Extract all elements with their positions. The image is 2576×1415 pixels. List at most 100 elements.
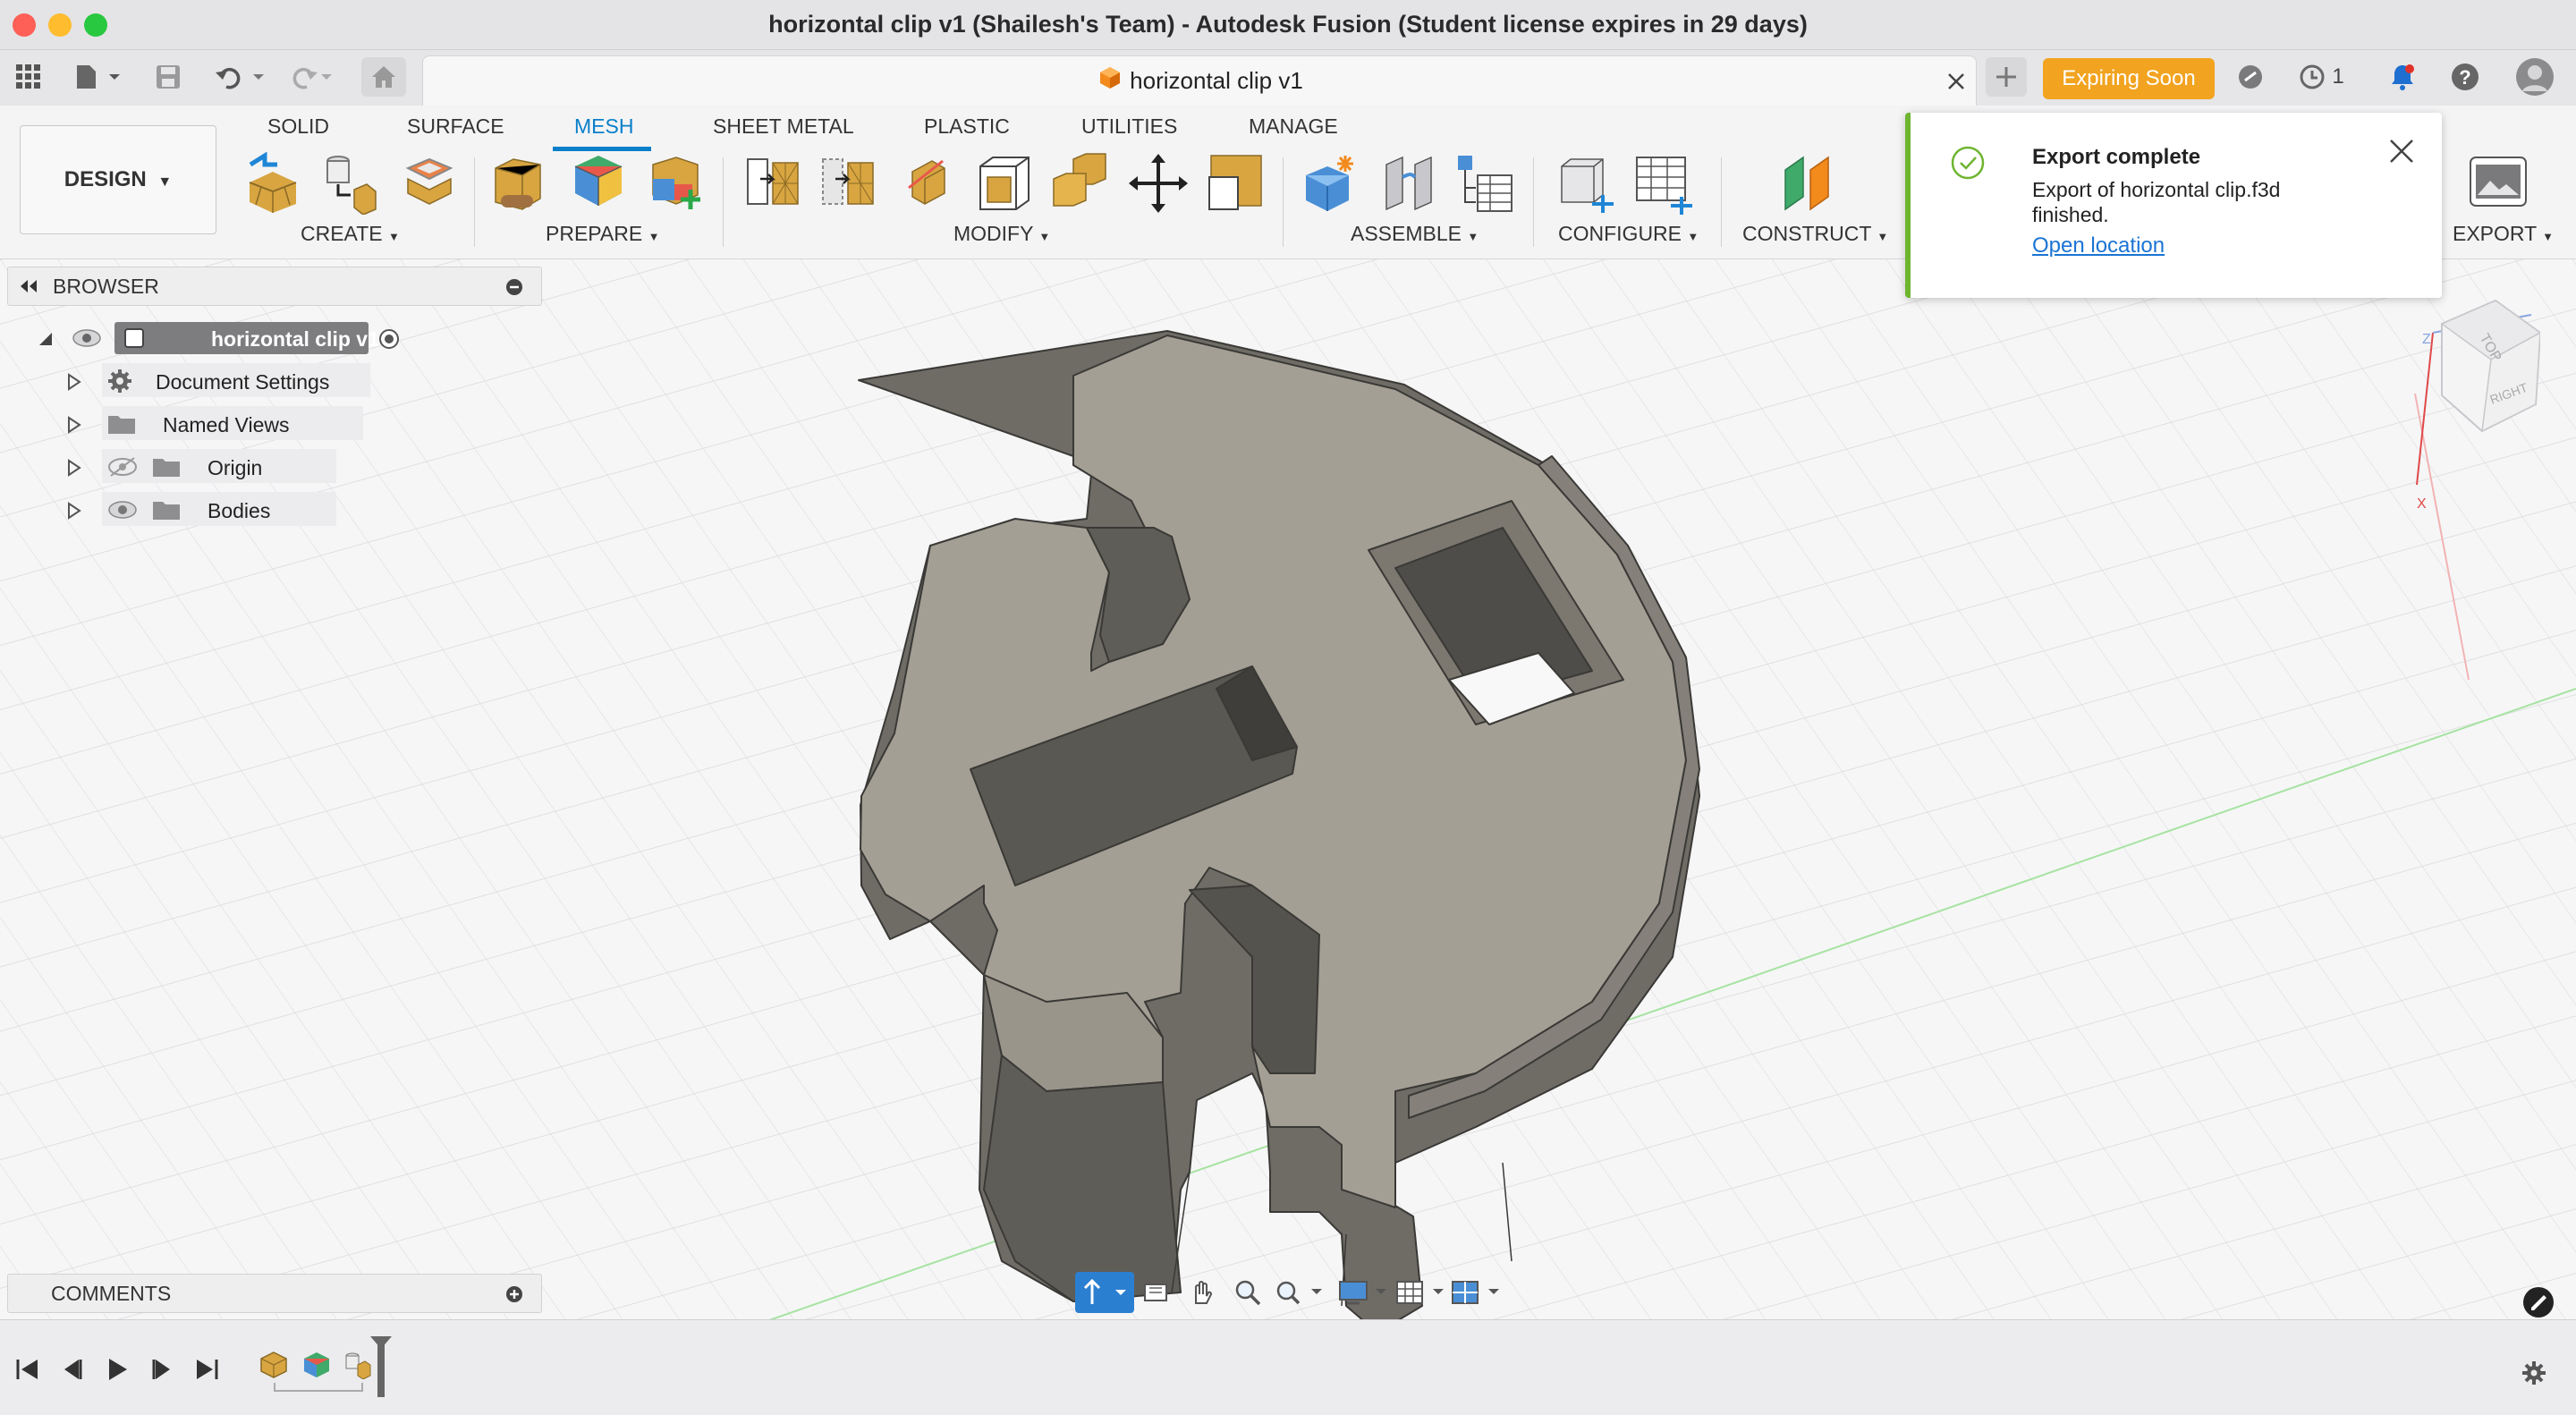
group-construct[interactable]: CONSTRUCT ▼ — [1742, 222, 1888, 246]
group-prepare[interactable]: PREPARE ▼ — [546, 222, 659, 246]
group-export[interactable]: EXPORT ▼ — [2453, 222, 2554, 246]
expand-triangle-icon[interactable] — [66, 415, 82, 439]
browser-minimize-icon[interactable] — [505, 278, 523, 296]
canvas-viewport[interactable]: TOP RIGHT Z X — [0, 259, 2576, 1319]
export-icon[interactable] — [2469, 152, 2528, 215]
user-avatar[interactable] — [2513, 57, 2556, 97]
workspace-switcher[interactable]: DESIGN ▼ — [20, 125, 216, 234]
hidden-eye-icon[interactable] — [107, 456, 138, 482]
tab-sheet-metal[interactable]: SHEET METAL — [713, 114, 854, 145]
viewports-icon[interactable] — [1449, 1272, 1506, 1313]
close-tab-icon[interactable] — [1944, 69, 1969, 94]
tessellate-icon[interactable] — [318, 152, 377, 216]
expand-triangle-icon[interactable] — [66, 501, 82, 525]
feedback-icon[interactable] — [2522, 1286, 2555, 1318]
tab-mesh[interactable]: MESH — [574, 114, 633, 145]
step-forward-icon[interactable] — [148, 1356, 175, 1387]
document-tab[interactable]: horizontal clip v1 — [422, 55, 1977, 106]
chevron-down-icon: ▼ — [1467, 230, 1479, 243]
browser-item-origin[interactable]: Origin — [66, 449, 370, 485]
plane-cut-icon[interactable] — [900, 152, 959, 215]
play-icon[interactable] — [104, 1356, 131, 1387]
browser-item-document-settings[interactable]: Document Settings — [66, 363, 370, 399]
grid-settings-icon[interactable] — [1394, 1272, 1451, 1313]
offset-plane-icon[interactable] — [1780, 152, 1839, 215]
insert-mesh-icon[interactable] — [243, 151, 302, 215]
apps-grid-icon[interactable] — [11, 57, 47, 97]
group-create[interactable]: CREATE ▼ — [301, 222, 400, 246]
shell-icon[interactable] — [975, 152, 1034, 215]
save-icon[interactable] — [150, 57, 186, 97]
chevron-down-icon: ▼ — [157, 174, 173, 190]
job-status-button[interactable]: 1 — [2290, 57, 2352, 97]
home-icon[interactable] — [361, 57, 406, 97]
browser-item-label: Document Settings — [156, 370, 330, 394]
activate-radio-icon[interactable] — [377, 327, 401, 351]
group-divider — [1721, 157, 1722, 247]
expand-triangle-icon[interactable] — [66, 372, 82, 396]
scale-icon[interactable] — [1204, 152, 1263, 215]
expiring-soon-button[interactable]: Expiring Soon — [2043, 58, 2215, 99]
timeline-feature-mesh-icon[interactable] — [259, 1351, 288, 1384]
help-icon[interactable]: ? — [2445, 57, 2485, 97]
new-component-icon[interactable] — [1301, 152, 1360, 215]
go-to-end-icon[interactable] — [193, 1356, 220, 1387]
convert-mesh-icon[interactable] — [646, 152, 705, 215]
browser-root-row[interactable]: horizontal clip v1 — [36, 320, 411, 356]
visibility-eye-icon[interactable] — [72, 327, 102, 349]
chevron-down-icon: ▼ — [648, 230, 660, 243]
file-menu-icon[interactable] — [72, 57, 125, 97]
go-to-start-icon[interactable] — [14, 1356, 41, 1387]
comments-panel[interactable]: COMMENTS — [7, 1274, 542, 1313]
browser-title: BROWSER — [53, 275, 159, 298]
browser-item-bodies[interactable]: Bodies — [66, 492, 370, 528]
group-configure[interactable]: CONFIGURE ▼ — [1558, 222, 1699, 246]
timeline-marker-head-icon[interactable] — [370, 1336, 392, 1349]
display-settings-icon[interactable] — [1336, 1272, 1394, 1313]
view-cube[interactable]: TOP RIGHT Z X — [2415, 297, 2542, 512]
reduce-icon[interactable] — [818, 152, 877, 215]
move-icon[interactable] — [1129, 152, 1188, 215]
timeline-feature-facegroup-icon[interactable] — [302, 1351, 331, 1384]
configure-design-icon[interactable] — [1556, 152, 1615, 215]
configuration-table-icon[interactable] — [1633, 152, 1692, 215]
tab-manage[interactable]: MANAGE — [1249, 114, 1338, 145]
combine-icon[interactable] — [1050, 152, 1109, 215]
new-tab-icon[interactable] — [1986, 57, 2027, 97]
close-notification-icon[interactable] — [2386, 136, 2417, 166]
step-back-icon[interactable] — [59, 1356, 86, 1387]
group-modify[interactable]: MODIFY ▼ — [953, 222, 1050, 246]
notifications-bell-icon[interactable] — [2383, 57, 2422, 97]
zoom-icon[interactable] — [1227, 1272, 1268, 1313]
redo-icon[interactable] — [279, 57, 338, 97]
tab-plastic[interactable]: PLASTIC — [924, 114, 1010, 145]
open-location-link[interactable]: Open location — [2032, 233, 2165, 258]
create-face-group-icon[interactable] — [399, 152, 458, 215]
remesh-icon[interactable] — [742, 152, 801, 215]
timeline-feature-convert-icon[interactable] — [343, 1351, 372, 1384]
pan-hand-icon[interactable] — [1181, 1272, 1222, 1313]
zoom-window-icon[interactable] — [1272, 1272, 1329, 1313]
tab-utilities[interactable]: UTILITIES — [1081, 114, 1177, 145]
comments-expand-icon[interactable] — [505, 1285, 523, 1303]
joint-icon[interactable] — [1379, 152, 1438, 215]
sync-status-icon[interactable] — [2231, 57, 2270, 97]
generate-face-groups-icon[interactable] — [490, 152, 549, 215]
combine-face-groups-icon[interactable] — [569, 152, 628, 215]
browser-panel-header[interactable]: BROWSER — [7, 267, 542, 306]
bill-of-materials-icon[interactable] — [1456, 152, 1515, 215]
orbit-tool-button[interactable] — [1075, 1272, 1134, 1313]
tab-surface[interactable]: SURFACE — [407, 114, 504, 145]
tab-solid[interactable]: SOLID — [267, 114, 329, 145]
timeline-settings-gear-icon[interactable] — [2521, 1360, 2547, 1391]
expand-triangle-icon[interactable] — [66, 458, 82, 482]
browser-root-item[interactable]: horizontal clip v1 — [114, 322, 379, 354]
collapse-triangle-icon[interactable] — [36, 329, 55, 349]
collapse-panel-icon[interactable] — [17, 275, 40, 298]
timeline-bar — [0, 1319, 2576, 1415]
undo-icon[interactable] — [211, 57, 270, 97]
look-at-icon[interactable] — [1136, 1272, 1177, 1313]
visibility-eye-icon[interactable] — [107, 499, 138, 525]
browser-item-named-views[interactable]: Named Views — [66, 406, 370, 442]
group-assemble[interactable]: ASSEMBLE ▼ — [1351, 222, 1479, 246]
